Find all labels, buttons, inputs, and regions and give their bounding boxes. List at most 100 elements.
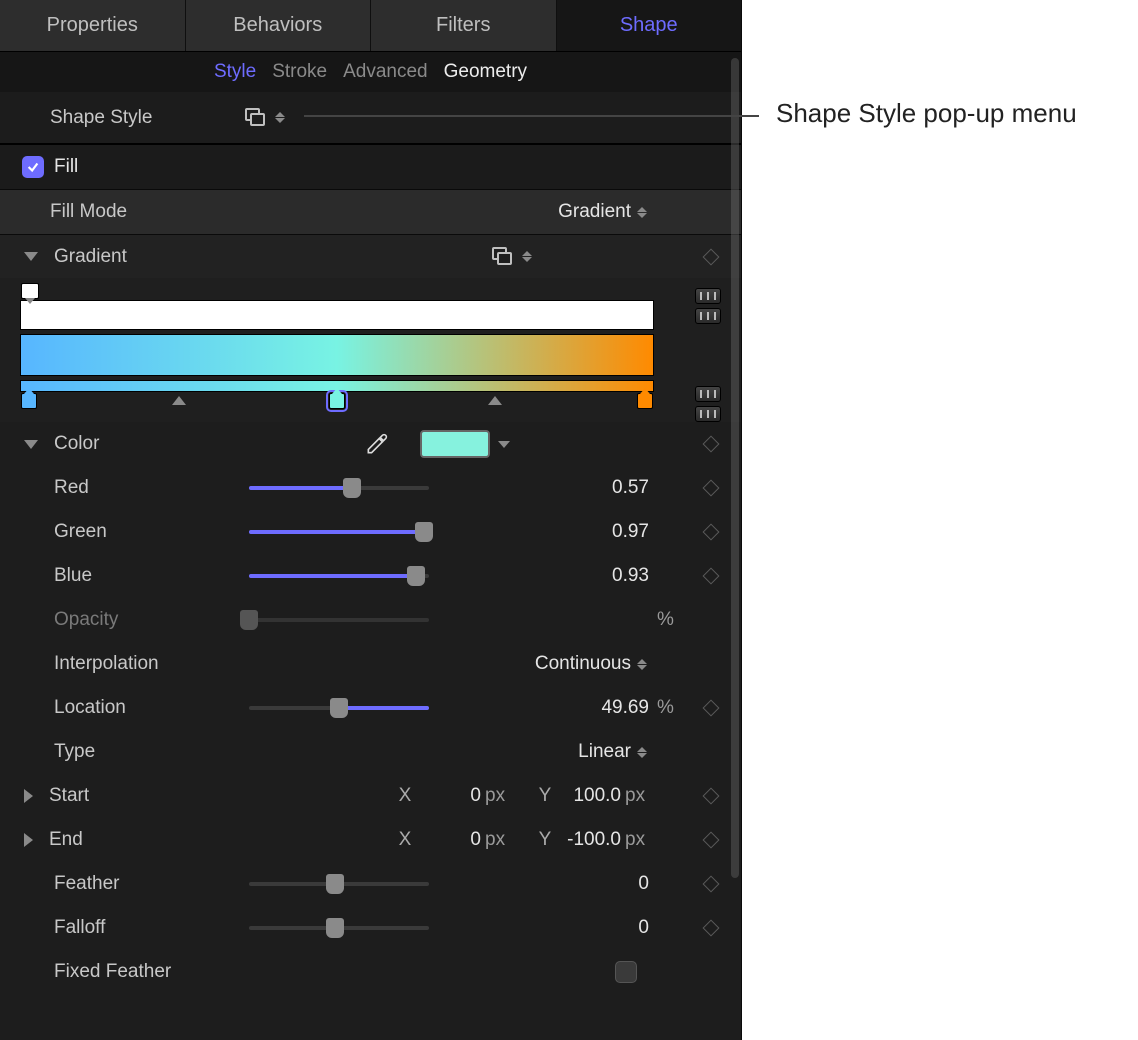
location-keyframe[interactable] xyxy=(703,700,720,717)
falloff-value[interactable]: 0 xyxy=(638,917,649,938)
blue-slider[interactable] xyxy=(249,567,429,585)
red-label: Red xyxy=(54,477,89,499)
green-value[interactable]: 0.97 xyxy=(612,521,649,542)
green-label: Green xyxy=(54,521,107,543)
gradient-label: Gradient xyxy=(54,246,127,268)
end-disclosure[interactable] xyxy=(24,833,33,847)
gradient-editor xyxy=(0,278,741,422)
color-stop-right[interactable] xyxy=(637,393,653,409)
type-popup[interactable]: Linear xyxy=(249,741,651,763)
red-value[interactable]: 0.57 xyxy=(612,477,649,498)
feather-slider[interactable] xyxy=(249,875,429,893)
distribute-color-1[interactable] xyxy=(695,386,721,402)
end-y-unit: px xyxy=(625,829,653,851)
green-slider[interactable] xyxy=(249,523,429,541)
blue-value[interactable]: 0.93 xyxy=(612,565,649,586)
fill-checkbox[interactable] xyxy=(22,156,44,178)
gradient-bar[interactable] xyxy=(20,334,654,376)
gradient-preset-icon[interactable] xyxy=(492,247,514,267)
end-keyframe[interactable] xyxy=(703,832,720,849)
feather-value[interactable]: 0 xyxy=(638,873,649,894)
type-value: Linear xyxy=(578,741,631,763)
green-keyframe[interactable] xyxy=(703,524,720,541)
feather-keyframe[interactable] xyxy=(703,876,720,893)
gradient-opacity-bar[interactable] xyxy=(20,300,654,330)
type-row: Type Linear xyxy=(0,730,741,774)
gradient-preset-popup[interactable] xyxy=(522,251,532,262)
tab-filters[interactable]: Filters xyxy=(371,0,557,51)
color-row: Color xyxy=(0,422,741,466)
subtab-geometry[interactable]: Geometry xyxy=(444,61,527,83)
start-y-value[interactable]: 100.0 xyxy=(559,785,621,807)
color-well-chevron[interactable] xyxy=(498,441,510,448)
end-x-value[interactable]: 0 xyxy=(419,829,481,851)
fill-mode-popup[interactable]: Gradient xyxy=(270,201,651,223)
location-slider[interactable] xyxy=(249,699,429,717)
gradient-row: Gradient xyxy=(0,234,741,278)
color-keyframe[interactable] xyxy=(703,436,720,453)
falloff-row: Falloff 0 xyxy=(0,906,741,950)
inspector-panel: Properties Behaviors Filters Shape Style… xyxy=(0,0,742,1040)
gradient-disclosure[interactable] xyxy=(24,252,38,261)
location-label: Location xyxy=(54,697,126,719)
shape-style-popup[interactable] xyxy=(275,112,285,123)
green-row: Green 0.97 xyxy=(0,510,741,554)
gradient-thin-bar[interactable] xyxy=(20,380,654,392)
opacity-stop[interactable] xyxy=(21,283,39,299)
end-y-label: Y xyxy=(535,829,555,851)
distribute-opacity-1[interactable] xyxy=(695,288,721,304)
start-x-value[interactable]: 0 xyxy=(419,785,481,807)
color-label: Color xyxy=(54,433,99,455)
distribute-color-2[interactable] xyxy=(695,406,721,422)
falloff-slider[interactable] xyxy=(249,919,429,937)
end-label: End xyxy=(49,829,83,851)
callout-line xyxy=(304,115,759,117)
preset-icon[interactable] xyxy=(245,108,267,128)
fixed-feather-label: Fixed Feather xyxy=(54,961,171,983)
color-stop-left[interactable] xyxy=(21,393,37,409)
sub-tabs: Style Stroke Advanced Geometry xyxy=(0,52,741,92)
color-well[interactable] xyxy=(420,430,490,458)
subtab-stroke[interactable]: Stroke xyxy=(272,61,327,83)
interpolation-popup[interactable]: Continuous xyxy=(249,653,651,675)
callout-label: Shape Style pop-up menu xyxy=(776,98,1077,129)
red-row: Red 0.57 xyxy=(0,466,741,510)
scrollbar[interactable] xyxy=(731,58,739,878)
tab-properties[interactable]: Properties xyxy=(0,0,186,51)
color-disclosure[interactable] xyxy=(24,440,38,449)
subtab-style[interactable]: Style xyxy=(214,61,256,83)
eyedropper-icon[interactable] xyxy=(364,431,390,457)
start-row: Start X 0 px Y 100.0 px xyxy=(0,774,741,818)
opacity-slider xyxy=(249,611,429,629)
falloff-keyframe[interactable] xyxy=(703,920,720,937)
tab-shape[interactable]: Shape xyxy=(557,0,742,51)
location-value[interactable]: 49.69 xyxy=(601,697,649,718)
color-stop-mid[interactable] xyxy=(329,393,345,409)
feather-label: Feather xyxy=(54,873,119,895)
subtab-advanced[interactable]: Advanced xyxy=(343,61,428,83)
start-keyframe[interactable] xyxy=(703,788,720,805)
red-slider[interactable] xyxy=(249,479,429,497)
gradient-keyframe[interactable] xyxy=(703,248,720,265)
feather-row: Feather 0 xyxy=(0,862,741,906)
location-row: Location 49.69 % xyxy=(0,686,741,730)
shape-style-row: Shape Style xyxy=(0,92,741,144)
start-y-label: Y xyxy=(535,785,555,807)
fill-mode-row: Fill Mode Gradient xyxy=(0,190,741,234)
opacity-label: Opacity xyxy=(54,609,118,631)
red-keyframe[interactable] xyxy=(703,480,720,497)
distribute-opacity-2[interactable] xyxy=(695,308,721,324)
end-x-unit: px xyxy=(485,829,513,851)
interpolation-row: Interpolation Continuous xyxy=(0,642,741,686)
mid-marker-2[interactable] xyxy=(488,396,502,405)
fixed-feather-checkbox[interactable] xyxy=(615,961,637,983)
blue-keyframe[interactable] xyxy=(703,568,720,585)
mid-marker-1[interactable] xyxy=(172,396,186,405)
opacity-unit: % xyxy=(657,609,674,630)
tab-behaviors[interactable]: Behaviors xyxy=(186,0,372,51)
end-y-value[interactable]: -100.0 xyxy=(559,829,621,851)
type-label: Type xyxy=(54,741,95,763)
fill-label: Fill xyxy=(54,156,78,178)
start-x-label: X xyxy=(395,785,415,807)
start-disclosure[interactable] xyxy=(24,789,33,803)
